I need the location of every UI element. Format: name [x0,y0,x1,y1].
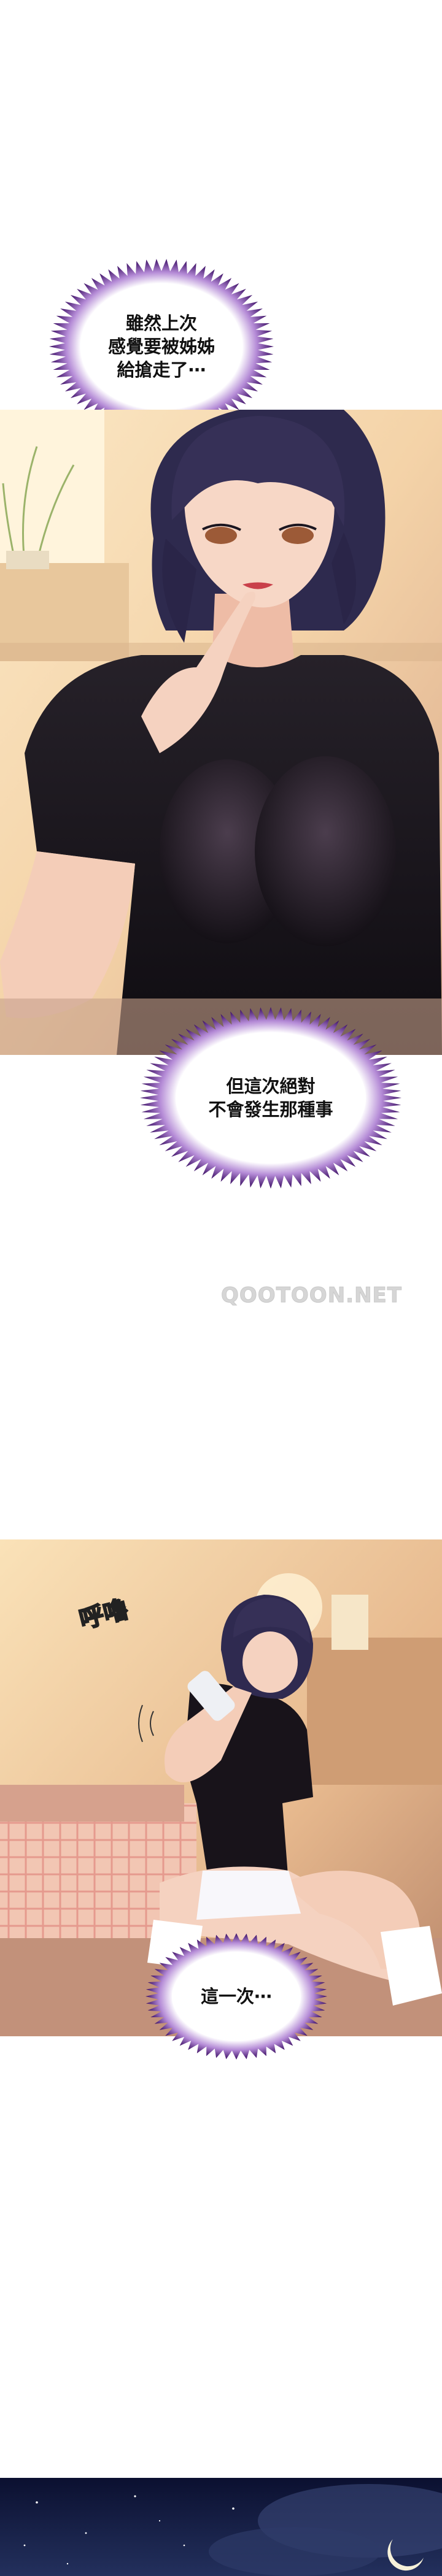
speech-bubble-1: 雖然上次 感覺要被姊姊 給搶走了⋯ [48,258,275,435]
panel-woman-closeup [0,410,442,1055]
speech-bubble-3-text: 這一次⋯ [200,1986,272,2007]
speech-bubble-2: 但這次絕對 不會發生那種事 [139,1006,403,1190]
watermark: QOOTOON.NET [221,1283,402,1308]
panel-night-sky [0,2478,442,2576]
speech-bubble-2-text: 但這次絕對 不會發生那種事 [208,1076,333,1120]
speech-bubble-1-text: 雖然上次 感覺要被姊姊 給搶走了⋯ [107,313,215,380]
speech-bubble-3: 這一次⋯ [144,1932,328,2061]
